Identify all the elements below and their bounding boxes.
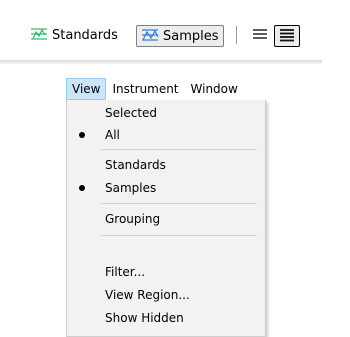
menu-item-label: Show Hidden	[105, 311, 184, 325]
standards-toolbar-button[interactable]: Standards	[30, 25, 118, 45]
list-view-icon	[252, 27, 268, 44]
menu-item-filter[interactable]: Filter...	[67, 261, 265, 283]
menu-separator	[101, 203, 257, 204]
list-view-button[interactable]	[252, 27, 268, 44]
menu-item-label: All	[105, 128, 120, 142]
toolbar: Standards Samples	[0, 0, 350, 60]
menu-item-label: Selected	[105, 106, 158, 120]
samples-label: Samples	[163, 28, 219, 44]
menu-separator	[101, 149, 257, 150]
radio-bullet-icon	[79, 132, 85, 138]
menu-item-label: Samples	[105, 181, 157, 195]
menu-item-label: Filter...	[105, 265, 146, 279]
menu-item-grouping[interactable]: Grouping	[67, 208, 265, 230]
samples-toolbar-button[interactable]: Samples	[136, 25, 224, 47]
menu-item-all[interactable]: All	[67, 124, 265, 146]
detail-view-button[interactable]	[274, 25, 300, 47]
menu-item-label: Grouping	[105, 212, 161, 226]
menu-separator	[101, 235, 257, 236]
samples-icon	[141, 27, 159, 46]
menu-instrument[interactable]: Instrument	[106, 78, 184, 100]
toolbar-separator	[236, 26, 237, 44]
menu-item-samples[interactable]: Samples	[67, 177, 265, 199]
menu-item-standards[interactable]: Standards	[67, 154, 265, 176]
menu-bar: View Instrument Window	[66, 78, 244, 100]
menu-item-view-region[interactable]: View Region...	[67, 284, 265, 306]
view-menu-dropdown: Selected All Standards Samples Grouping …	[66, 100, 266, 337]
standards-label: Standards	[52, 27, 118, 43]
menu-item-label: View Region...	[105, 288, 190, 302]
menu-item-selected[interactable]: Selected	[67, 102, 265, 124]
menu-view[interactable]: View	[66, 78, 107, 100]
menu-item-show-hidden[interactable]: Show Hidden	[67, 307, 265, 329]
toolbar-shadow	[0, 60, 322, 64]
menu-item-label: Standards	[105, 158, 166, 172]
detail-view-icon	[279, 28, 295, 45]
toolbar-edge	[322, 0, 350, 64]
radio-bullet-icon	[79, 185, 85, 191]
menu-window[interactable]: Window	[185, 78, 244, 100]
standards-icon	[30, 26, 48, 45]
